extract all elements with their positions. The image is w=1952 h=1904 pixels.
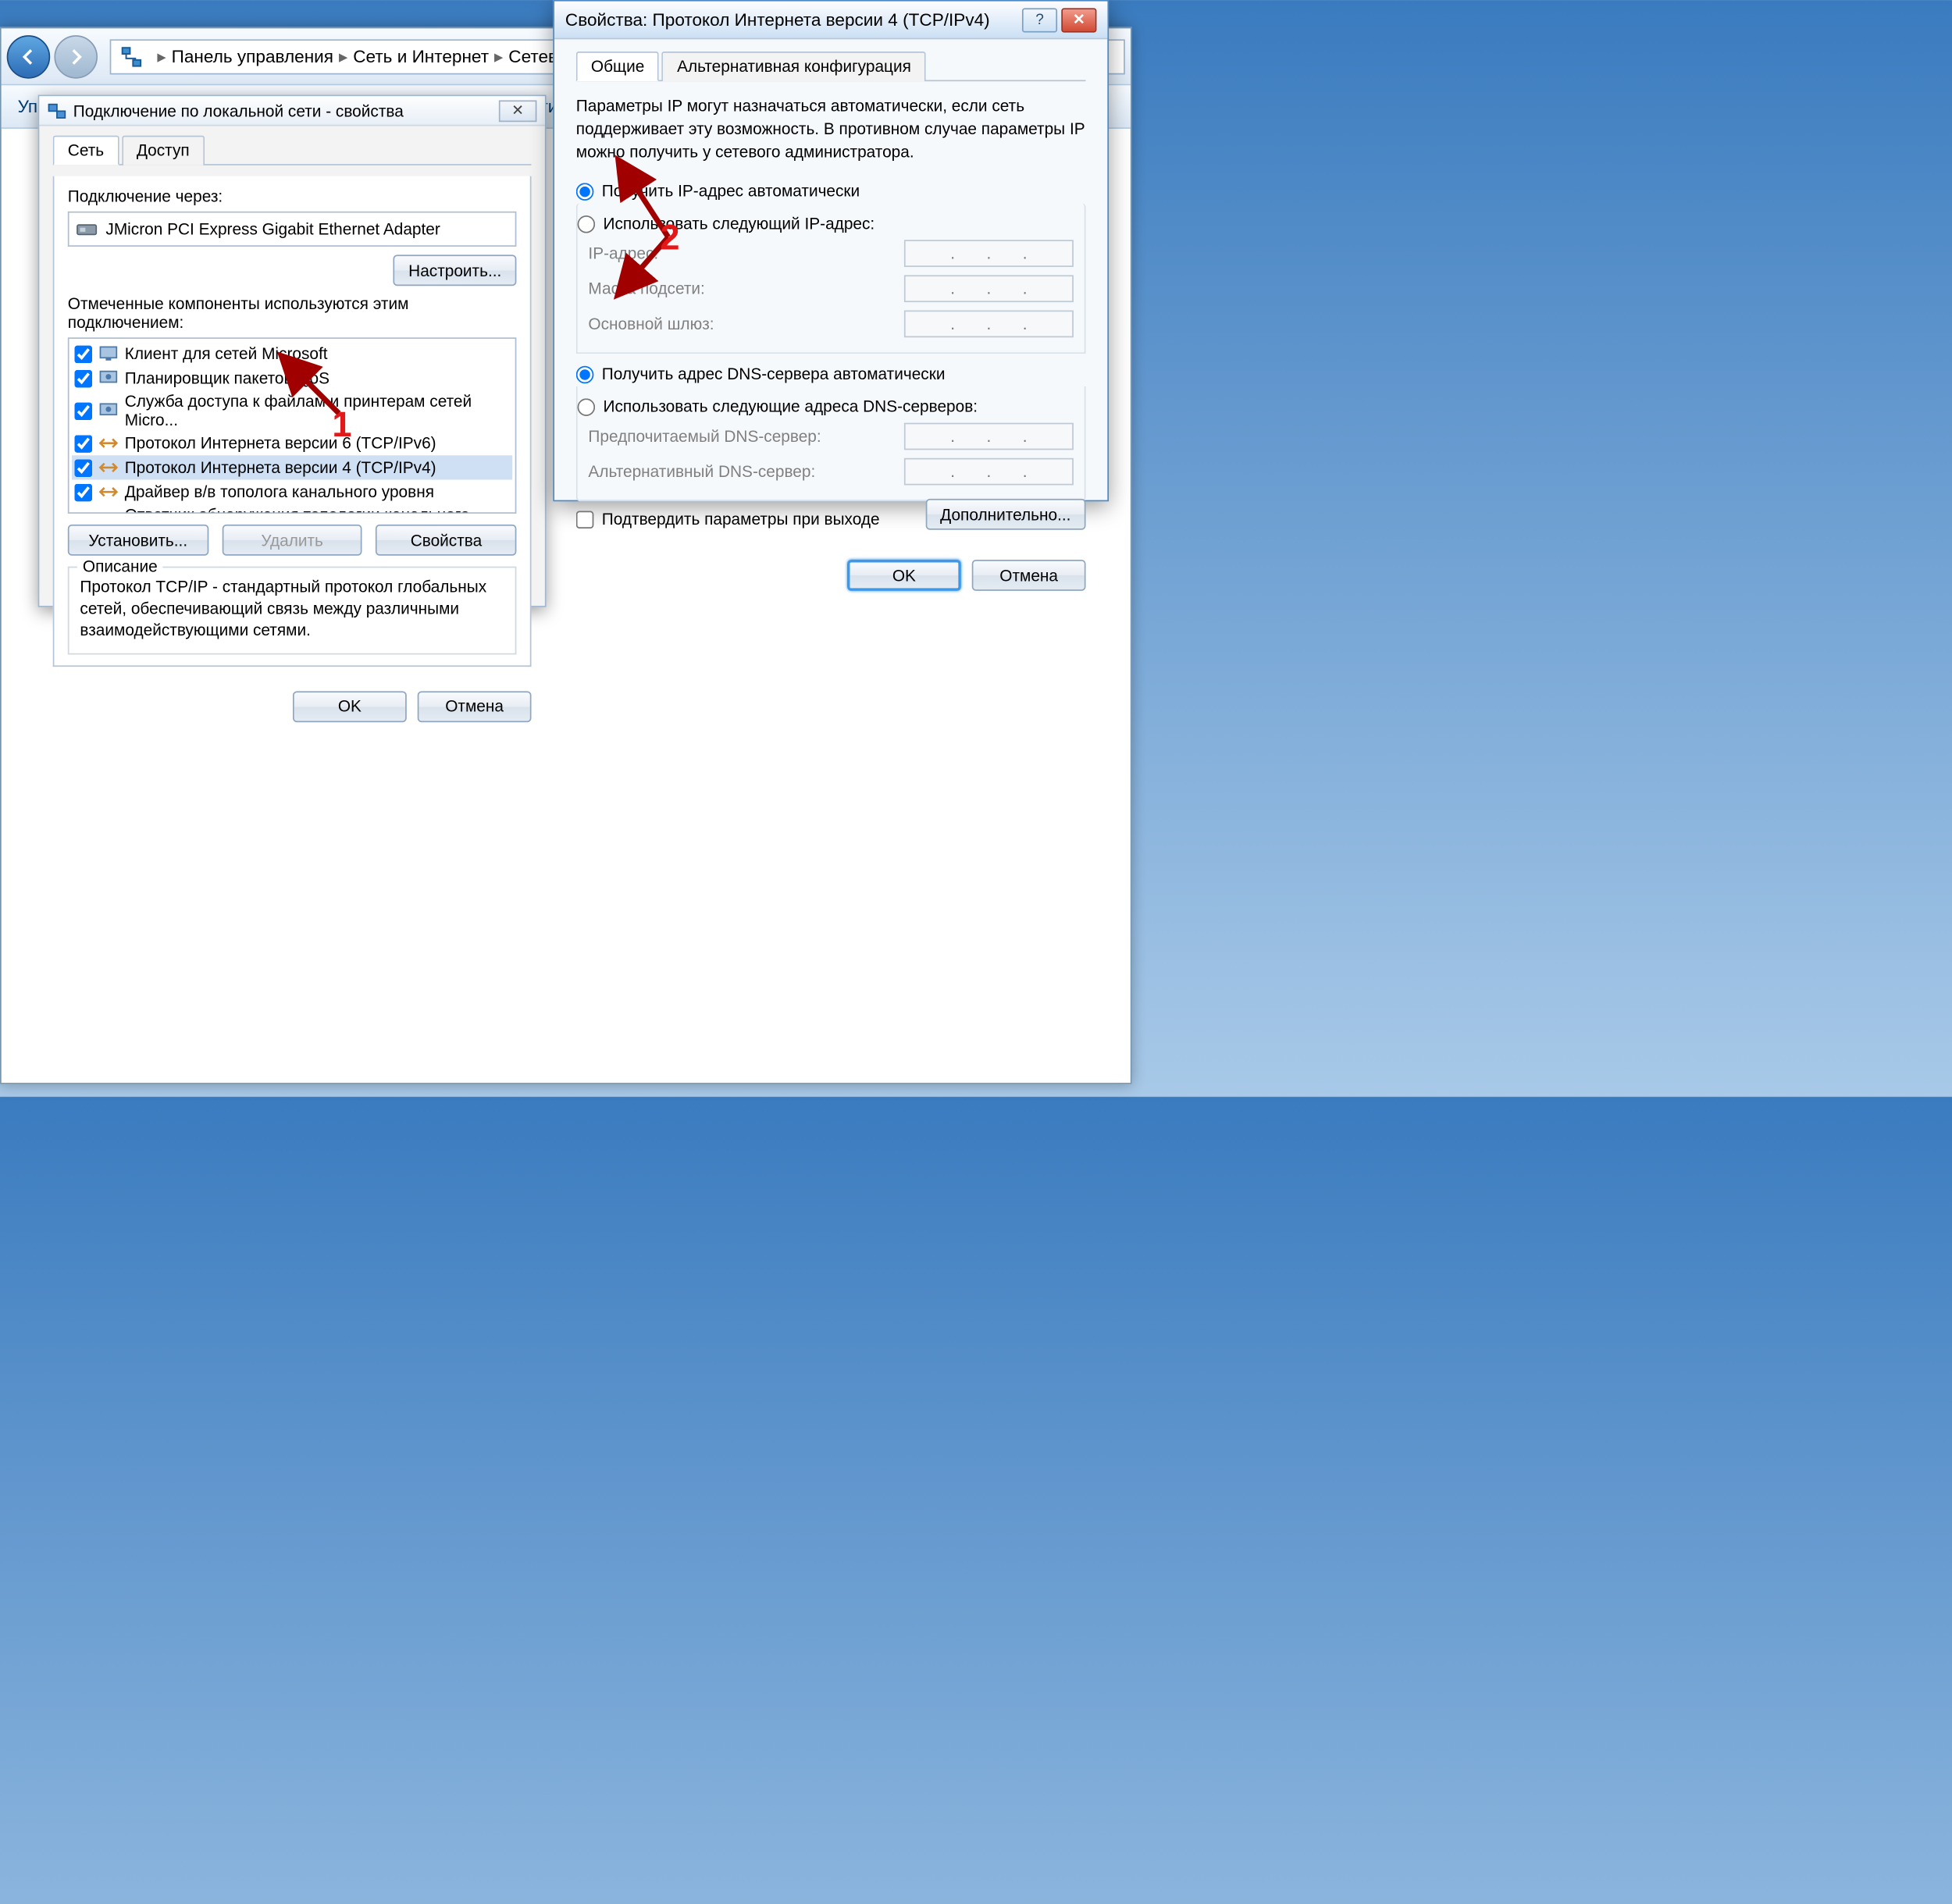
nav-forward-button[interactable] bbox=[54, 34, 98, 78]
component-checkbox[interactable] bbox=[74, 345, 92, 363]
tab-general[interactable]: Общие bbox=[576, 52, 660, 81]
service-icon bbox=[98, 400, 119, 422]
ip-address-input bbox=[904, 240, 1074, 268]
component-item: Драйвер в/в тополога канального уровня bbox=[72, 480, 512, 504]
tab-access[interactable]: Доступ bbox=[122, 136, 205, 165]
properties-button[interactable]: Свойства bbox=[376, 525, 516, 556]
ok-button[interactable]: OK bbox=[847, 561, 961, 592]
tab-alt-config[interactable]: Альтернативная конфигурация bbox=[662, 52, 926, 81]
component-item: Служба доступа к файлам и принтерам сете… bbox=[72, 390, 512, 431]
description-group: Описание Протокол TCP/IP - стандартный п… bbox=[68, 567, 517, 654]
dns-preferred-label: Предпочитаемый DNS-сервер: bbox=[588, 428, 903, 447]
ipv4-tabs: Общие Альтернативная конфигурация bbox=[576, 50, 1086, 81]
connection-icon bbox=[48, 101, 66, 119]
close-button[interactable]: ✕ bbox=[1061, 8, 1096, 32]
protocol-icon bbox=[98, 481, 119, 503]
tab-network[interactable]: Сеть bbox=[53, 136, 119, 165]
radio-dns-manual-input[interactable] bbox=[578, 398, 596, 416]
ipv4-title-text: Свойства: Протокол Интернета версии 4 (T… bbox=[565, 9, 990, 30]
cancel-button[interactable]: Отмена bbox=[972, 561, 1086, 592]
dns-fields-group: Использовать следующие адреса DNS-сервер… bbox=[576, 386, 1086, 502]
connect-via-label: Подключение через: bbox=[68, 187, 517, 206]
delete-button: Удалить bbox=[222, 525, 362, 556]
ok-button[interactable]: OK bbox=[293, 691, 407, 722]
component-item: Планировщик пакетов QoS bbox=[72, 366, 512, 390]
components-list[interactable]: Клиент для сетей Microsoft Планировщик п… bbox=[68, 337, 517, 514]
radio-dns-auto-input[interactable] bbox=[576, 366, 594, 384]
ip-address-label: IP-адрес: bbox=[588, 244, 903, 263]
protocol-icon bbox=[98, 432, 119, 454]
description-text: Протокол TCP/IP - стандартный протокол г… bbox=[80, 576, 504, 642]
radio-ip-auto-input[interactable] bbox=[576, 183, 594, 201]
breadcrumb-item[interactable]: Сеть и Интернет bbox=[353, 46, 489, 66]
subnet-mask-label: Маска подсети: bbox=[588, 279, 903, 298]
service-icon bbox=[98, 367, 119, 389]
tab-network-pane: Подключение через: JMicron PCI Express G… bbox=[53, 176, 532, 667]
radio-dns-manual[interactable]: Использовать следующие адреса DNS-сервер… bbox=[578, 395, 1074, 419]
advanced-button[interactable]: Дополнительно... bbox=[925, 500, 1085, 531]
gateway-label: Основной шлюз: bbox=[588, 315, 903, 333]
component-checkbox[interactable] bbox=[74, 483, 92, 501]
component-checkbox[interactable] bbox=[74, 369, 92, 387]
component-item: Клиент для сетей Microsoft bbox=[72, 341, 512, 365]
radio-ip-manual-input[interactable] bbox=[578, 215, 596, 233]
dns-preferred-input bbox=[904, 423, 1074, 450]
gateway-input bbox=[904, 311, 1074, 338]
component-item: Ответчик обнаружения топологии канальног… bbox=[72, 504, 512, 514]
adapter-name: JMicron PCI Express Gigabit Ethernet Ada… bbox=[105, 219, 440, 238]
dns-alt-input bbox=[904, 458, 1074, 486]
radio-ip-auto[interactable]: Получить IP-адрес автоматически bbox=[576, 180, 1086, 204]
nav-back-button[interactable] bbox=[7, 34, 51, 78]
ip-fields-group: Использовать следующий IP-адрес: IP-адре… bbox=[576, 204, 1086, 354]
radio-ip-manual[interactable]: Использовать следующий IP-адрес: bbox=[578, 212, 1074, 236]
adapter-icon bbox=[76, 218, 98, 240]
ipv4-info-text: Параметры IP могут назначаться автоматич… bbox=[576, 95, 1086, 163]
protocol-icon bbox=[98, 457, 119, 479]
breadcrumb-item[interactable]: Панель управления bbox=[172, 46, 333, 66]
dialog-title-text: Подключение по локальной сети - свойства bbox=[73, 101, 404, 119]
client-icon bbox=[98, 343, 119, 365]
annotation-number-2: 2 bbox=[660, 217, 679, 259]
description-title: Описание bbox=[77, 557, 163, 575]
connection-properties-dialog: Подключение по локальной сети - свойства… bbox=[38, 95, 547, 607]
annotation-number-1: 1 bbox=[332, 404, 351, 446]
confirm-checkbox[interactable] bbox=[576, 511, 594, 528]
dialog-titlebar[interactable]: Подключение по локальной сети - свойства… bbox=[39, 96, 545, 126]
component-checkbox[interactable] bbox=[74, 434, 92, 452]
subnet-mask-input bbox=[904, 276, 1074, 303]
conn-tabs: Сеть Доступ bbox=[53, 134, 532, 165]
cancel-button[interactable]: Отмена bbox=[418, 691, 532, 722]
network-icon bbox=[119, 44, 144, 68]
install-button[interactable]: Установить... bbox=[68, 525, 208, 556]
component-checkbox[interactable] bbox=[74, 459, 92, 477]
component-checkbox[interactable] bbox=[74, 402, 92, 420]
ipv4-titlebar[interactable]: Свойства: Протокол Интернета версии 4 (T… bbox=[554, 2, 1107, 40]
adapter-display: JMicron PCI Express Gigabit Ethernet Ada… bbox=[68, 212, 517, 247]
component-item-ipv4: Протокол Интернета версии 4 (TCP/IPv4) bbox=[72, 455, 512, 479]
ipv4-properties-dialog: Свойства: Протокол Интернета версии 4 (T… bbox=[553, 0, 1109, 501]
help-button[interactable]: ? bbox=[1022, 8, 1057, 32]
radio-dns-auto[interactable]: Получить адрес DNS-сервера автоматически bbox=[576, 362, 1086, 386]
configure-button[interactable]: Настроить... bbox=[394, 254, 516, 286]
components-label: Отмеченные компоненты используются этим … bbox=[68, 294, 517, 333]
close-button[interactable]: ✕ bbox=[499, 100, 537, 122]
dns-alt-label: Альтернативный DNS-сервер: bbox=[588, 463, 903, 482]
component-item: Протокол Интернета версии 6 (TCP/IPv6) bbox=[72, 431, 512, 455]
